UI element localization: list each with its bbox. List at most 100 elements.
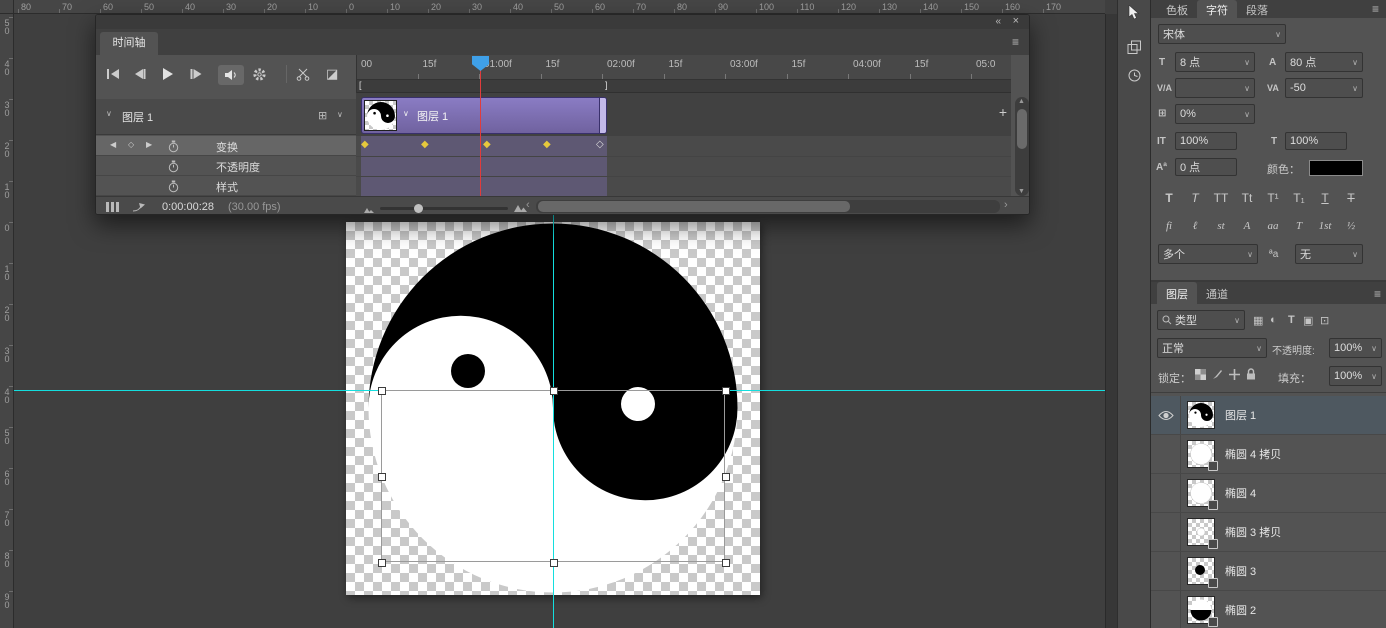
timeline-track-row[interactable]: ◀◇▶变换 — [96, 136, 356, 156]
visibility-toggle-empty[interactable] — [1151, 435, 1181, 473]
opentype-feature-button[interactable]: aa — [1261, 216, 1285, 236]
previous-frame-button[interactable] — [134, 69, 146, 82]
opentype-feature-button[interactable]: A — [1235, 216, 1259, 236]
clip-trim-handle[interactable] — [599, 98, 606, 133]
scroll-left-icon[interactable]: ‹ — [526, 199, 530, 211]
transform-bounding-box[interactable] — [381, 390, 725, 562]
work-area-end-bracket[interactable]: ] — [605, 80, 608, 90]
layer-name[interactable]: 椭圆 2 — [1225, 602, 1256, 618]
layer-row[interactable]: 椭圆 2 — [1151, 591, 1386, 628]
panel-menu-icon[interactable]: ≡ — [1374, 287, 1381, 301]
zoom-out-mountains-icon[interactable] — [364, 204, 374, 215]
layer-row[interactable]: 椭圆 4 — [1151, 474, 1386, 513]
keyframe-icon[interactable]: ◆ — [361, 139, 369, 150]
transform-handle[interactable] — [550, 387, 558, 395]
collapse-panel-icon[interactable]: « — [995, 16, 1001, 27]
scroll-up-icon[interactable]: ▲ — [1018, 98, 1025, 105]
timeline-track-row[interactable]: 样式 — [96, 176, 356, 196]
add-media-plus-button[interactable]: + — [995, 104, 1011, 120]
stopwatch-icon[interactable] — [168, 140, 179, 156]
chevron-down-icon[interactable]: ∨ — [403, 109, 409, 118]
visibility-toggle-empty[interactable] — [1151, 591, 1181, 628]
ruler-vertical[interactable]: 50403020100102030405060708090 — [0, 14, 14, 628]
collapsed-panel-history-icon[interactable] — [1127, 68, 1142, 86]
stopwatch-icon[interactable] — [168, 180, 179, 196]
blend-mode-select[interactable]: 正常∨ — [1157, 338, 1267, 358]
transform-handle[interactable] — [722, 473, 730, 481]
scroll-right-icon[interactable]: › — [1004, 199, 1008, 211]
style-italic-button[interactable]: T — [1183, 188, 1207, 208]
timeline-clip[interactable]: ∨ 图层 1 — [361, 97, 607, 134]
font-family-select[interactable]: 宋体∨ — [1158, 24, 1286, 44]
document-scrollbar-vertical[interactable] — [1105, 14, 1117, 628]
language-select[interactable]: 多个∨ — [1158, 244, 1258, 264]
vertical-scale-input[interactable]: 100% — [1175, 132, 1237, 150]
panel-menu-icon[interactable]: ≡ — [1372, 2, 1379, 16]
text-color-swatch[interactable] — [1309, 160, 1363, 176]
layer-name[interactable]: 椭圆 3 拷贝 — [1225, 524, 1281, 540]
filter-type-icon[interactable]: T — [1288, 314, 1295, 326]
opentype-feature-button[interactable]: fi — [1157, 216, 1181, 236]
layer-name[interactable]: 椭圆 4 拷贝 — [1225, 446, 1281, 462]
keyframe-hollow-icon[interactable]: ◇ — [596, 139, 604, 150]
timeline-settings-gear-icon[interactable] — [252, 67, 267, 85]
layer-thumbnail[interactable] — [1187, 440, 1215, 468]
tab-swatches[interactable]: 色板 — [1157, 0, 1197, 20]
collapsed-panel-clone-icon[interactable] — [1127, 40, 1142, 58]
layer-thumbnail[interactable] — [1187, 479, 1215, 507]
layer-name[interactable]: 椭圆 4 — [1225, 485, 1256, 501]
style-strike-button[interactable]: T — [1339, 188, 1363, 208]
layer-name[interactable]: 椭圆 3 — [1225, 563, 1256, 579]
flatten-frames-arrow-icon[interactable] — [132, 202, 146, 215]
work-area-start-bracket[interactable]: [ — [359, 80, 362, 90]
frame-view-toggle-icon[interactable] — [106, 202, 120, 215]
transform-handle[interactable] — [722, 559, 730, 567]
timeline-scrollbar-horizontal[interactable] — [536, 200, 1000, 213]
tab-channels[interactable]: 通道 — [1197, 282, 1237, 304]
close-panel-icon[interactable]: × — [1013, 15, 1019, 27]
visibility-toggle-empty[interactable] — [1151, 474, 1181, 512]
filter-pixel-icon[interactable]: ▦ — [1253, 314, 1263, 327]
layer-thumbnail[interactable] — [1187, 596, 1215, 624]
lock-all-icon[interactable] — [1246, 368, 1256, 383]
work-area-bar[interactable]: [ ] — [356, 80, 1011, 93]
leading-input[interactable]: 80 点∨ — [1285, 52, 1363, 72]
baseline-shift-input[interactable]: 0 点 — [1175, 158, 1237, 176]
opentype-feature-button[interactable]: 1st — [1313, 216, 1337, 236]
style-underline-button[interactable]: T — [1313, 188, 1337, 208]
next-frame-button[interactable] — [190, 69, 204, 82]
timeline-titlebar[interactable]: « × — [96, 15, 1030, 29]
visibility-toggle-empty[interactable] — [1151, 552, 1181, 590]
style-caps-button[interactable]: TT — [1209, 188, 1233, 208]
scrollbar-thumb[interactable] — [1017, 109, 1027, 149]
style-sub-button[interactable]: T₁ — [1287, 188, 1311, 208]
zoom-slider-track[interactable] — [380, 207, 508, 210]
style-sup-button[interactable]: T¹ — [1261, 188, 1285, 208]
visibility-toggle-empty[interactable] — [1151, 513, 1181, 551]
layer-thumbnail[interactable] — [1187, 518, 1215, 546]
layer-row[interactable]: 椭圆 3 拷贝 — [1151, 513, 1386, 552]
ruler-horizontal[interactable]: 8070605040302010010203040506070809010011… — [14, 0, 1105, 14]
proportional-spacing-select[interactable]: 0%∨ — [1175, 104, 1255, 124]
opacity-input[interactable]: 100%∨ — [1329, 338, 1382, 358]
play-button[interactable] — [162, 68, 174, 83]
scroll-down-icon[interactable]: ▼ — [1018, 188, 1025, 195]
transform-handle[interactable] — [550, 559, 558, 567]
panel-menu-icon[interactable]: ≡ — [1012, 35, 1019, 49]
layer-thumbnail[interactable] — [1187, 557, 1215, 585]
layer-row[interactable]: 图层 1 — [1151, 396, 1386, 435]
transform-handle[interactable] — [378, 387, 386, 395]
split-at-playhead-scissors-icon[interactable] — [296, 68, 310, 84]
layer-filter-select[interactable]: 类型∨ — [1157, 310, 1245, 330]
style-bold-button[interactable]: T — [1157, 188, 1181, 208]
fill-input[interactable]: 100%∨ — [1329, 366, 1382, 386]
timeline-layer-group-row[interactable]: ∨ 图层 1 ⊞ ∨ — [96, 99, 356, 135]
keyframe-icon[interactable]: ◆ — [483, 139, 491, 150]
filter-adjustment-icon[interactable]: ◐ — [1270, 314, 1277, 326]
transform-handle[interactable] — [378, 559, 386, 567]
zoom-slider-thumb[interactable] — [414, 204, 423, 213]
timeline-scrollbar-vertical[interactable]: ▲ ▼ — [1015, 97, 1029, 196]
tab-character[interactable]: 字符 — [1197, 0, 1237, 20]
lock-transparency-icon[interactable] — [1195, 369, 1206, 383]
go-to-first-frame-button[interactable] — [106, 69, 120, 82]
